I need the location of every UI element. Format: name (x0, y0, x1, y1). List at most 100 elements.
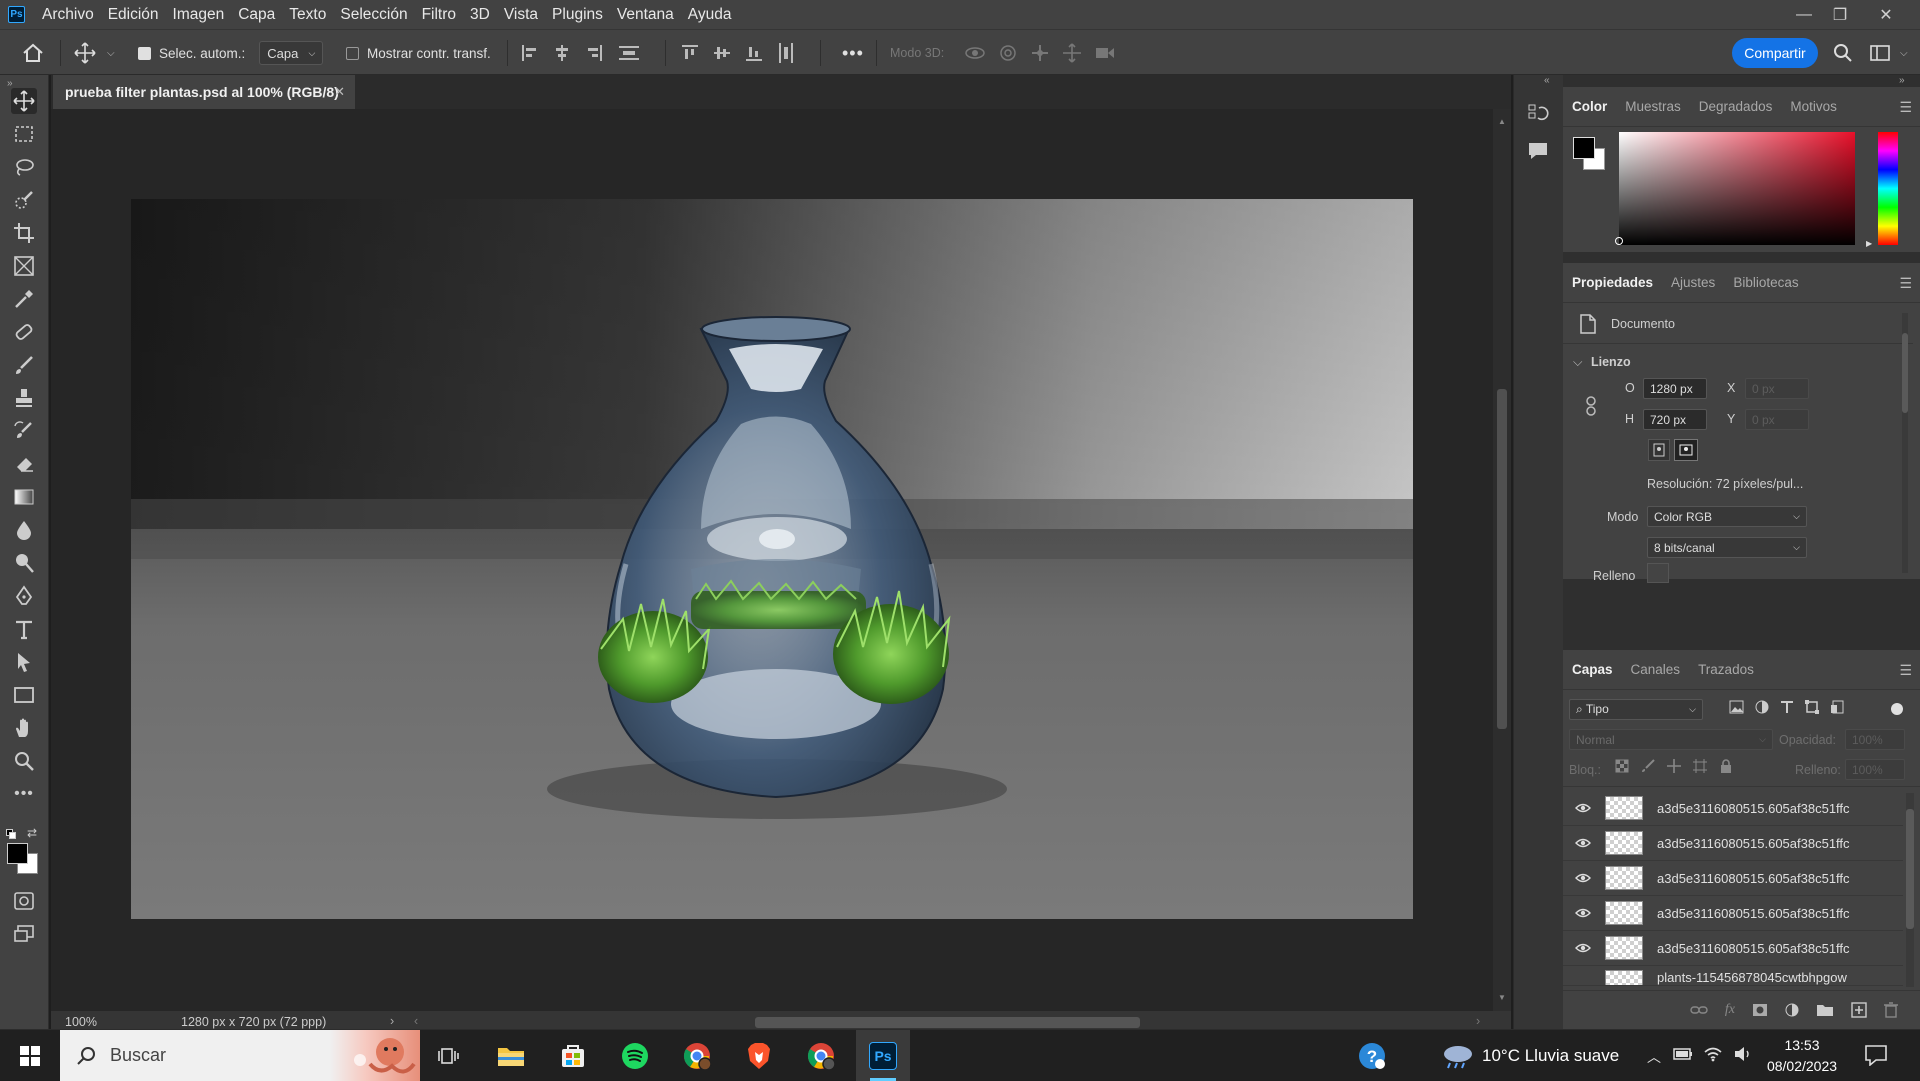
search-icon[interactable] (1833, 30, 1853, 76)
pan-3d-icon[interactable] (1030, 43, 1050, 63)
tab-degradados[interactable]: Degradados (1690, 87, 1782, 127)
width-input[interactable]: 1280 px (1643, 378, 1707, 399)
chrome-profile-1-icon[interactable] (670, 1030, 724, 1081)
comments-panel-icon[interactable] (1527, 141, 1549, 161)
distribute-vertical-icon[interactable] (776, 41, 796, 65)
default-colors-icon[interactable] (6, 829, 16, 839)
vertical-scroll-thumb[interactable] (1497, 389, 1507, 729)
menu-seleccion[interactable]: Selección (333, 0, 414, 29)
tab-bibliotecas[interactable]: Bibliotecas (1724, 263, 1807, 303)
menu-texto[interactable]: Texto (282, 0, 333, 29)
type-tool-icon[interactable] (11, 616, 37, 642)
scroll-left-icon[interactable]: ‹ (414, 1014, 418, 1028)
clone-stamp-tool-icon[interactable] (11, 385, 37, 411)
lienzo-section-title[interactable]: Lienzo (1591, 355, 1631, 369)
history-brush-tool-icon[interactable] (11, 418, 37, 444)
visibility-eye-icon[interactable] (1575, 908, 1593, 918)
align-top-icon[interactable] (680, 43, 700, 63)
camera-3d-icon[interactable] (1094, 43, 1116, 63)
foreground-color-swatch[interactable] (7, 843, 28, 864)
lienzo-chevron-icon[interactable]: ⌵ (1573, 355, 1582, 370)
height-input[interactable]: 720 px (1643, 409, 1707, 430)
info-arrow-icon[interactable]: › (390, 1014, 394, 1028)
crop-tool-icon[interactable] (11, 220, 37, 246)
menu-plugins[interactable]: Plugins (545, 0, 610, 29)
distribute-horizontal-icon[interactable] (616, 43, 642, 63)
layer-row[interactable]: a3d5e3116080515.605af38c51ffc (1563, 896, 1903, 931)
dodge-tool-icon[interactable] (11, 550, 37, 576)
vertical-scrollbar[interactable]: ▲ ▼ (1493, 109, 1511, 1011)
tab-trazados[interactable]: Trazados (1689, 650, 1763, 690)
layers-panel-menu-icon[interactable]: ☰ (1899, 662, 1912, 679)
weather-widget[interactable]: 10°C Lluvia suave (1440, 1030, 1619, 1081)
zoom-tool-icon[interactable] (11, 748, 37, 774)
file-explorer-icon[interactable] (484, 1030, 538, 1081)
document-tab[interactable]: prueba filter plantas.psd al 100% (RGB/8… (53, 75, 355, 109)
marquee-tool-icon[interactable] (11, 121, 37, 147)
color-mode-dropdown[interactable]: Color RGB ⌵ (1647, 506, 1807, 527)
roll-3d-icon[interactable] (998, 43, 1018, 63)
filter-shape-icon[interactable] (1805, 700, 1819, 714)
tool-preset-chevron-icon[interactable]: ⌵ (107, 30, 115, 76)
notifications-icon[interactable] (1864, 1044, 1888, 1066)
quick-mask-icon[interactable] (11, 888, 37, 914)
portrait-orientation-icon[interactable] (1648, 439, 1670, 461)
visibility-eye-icon[interactable] (1575, 873, 1593, 883)
tab-motivos[interactable]: Motivos (1781, 87, 1846, 127)
layer-row[interactable]: a3d5e3116080515.605af38c51ffc (1563, 826, 1903, 861)
close-icon[interactable]: ✕ (1868, 0, 1904, 29)
wifi-icon[interactable] (1703, 1046, 1723, 1062)
more-options-button[interactable]: ••• (842, 30, 864, 76)
swap-colors-icon[interactable]: ⇄ (27, 826, 37, 840)
opacity-input[interactable]: 100% (1845, 729, 1905, 750)
workspace-chevron-icon[interactable]: ⌵ (1900, 30, 1908, 76)
eyedropper-tool-icon[interactable] (11, 286, 37, 312)
zoom-level[interactable]: 100% (65, 1015, 97, 1029)
new-group-icon[interactable] (1816, 1003, 1834, 1017)
spotify-icon[interactable] (608, 1030, 662, 1081)
landscape-orientation-icon[interactable] (1674, 439, 1698, 461)
link-dimensions-icon[interactable] (1584, 395, 1598, 417)
align-right-icon[interactable] (584, 43, 604, 63)
menu-ayuda[interactable]: Ayuda (681, 0, 739, 29)
lock-pixels-icon[interactable] (1641, 759, 1655, 773)
restore-icon[interactable]: ❐ (1822, 0, 1858, 29)
move-tool-icon[interactable] (74, 30, 96, 76)
menu-3d[interactable]: 3D (463, 0, 497, 29)
taskbar-search-box[interactable]: Buscar (60, 1030, 420, 1081)
visibility-eye-icon[interactable] (1575, 838, 1593, 848)
filter-type-icon[interactable] (1780, 700, 1794, 714)
volume-icon[interactable] (1733, 1046, 1753, 1062)
lock-all-icon[interactable] (1719, 759, 1733, 773)
blur-tool-icon[interactable] (11, 517, 37, 543)
workspace-icon[interactable] (1870, 30, 1892, 76)
layers-scroll-thumb[interactable] (1906, 809, 1914, 929)
menu-capa[interactable]: Capa (231, 0, 282, 29)
menu-filtro[interactable]: Filtro (415, 0, 463, 29)
visibility-eye-icon[interactable] (1575, 803, 1593, 813)
scroll-down-icon[interactable]: ▼ (1498, 993, 1506, 1002)
tab-muestras[interactable]: Muestras (1616, 87, 1690, 127)
scroll-up-icon[interactable]: ▲ (1498, 117, 1506, 126)
frame-tool-icon[interactable] (11, 253, 37, 279)
quick-selection-tool-icon[interactable] (11, 187, 37, 213)
align-bottom-icon[interactable] (744, 43, 764, 63)
filter-adjustment-icon[interactable] (1755, 700, 1769, 714)
gradient-tool-icon[interactable] (11, 484, 37, 510)
tab-canales[interactable]: Canales (1622, 650, 1690, 690)
show-transform-checkbox[interactable] (346, 46, 359, 60)
menu-ventana[interactable]: Ventana (610, 0, 681, 29)
more-tools-icon[interactable]: ••• (11, 781, 37, 807)
menu-vista[interactable]: Vista (497, 0, 545, 29)
help-icon[interactable]: ? (1345, 1030, 1399, 1081)
photoshop-taskbar-icon[interactable]: Ps (856, 1030, 910, 1081)
canvas-area[interactable] (51, 109, 1493, 1011)
hue-slider[interactable] (1878, 132, 1898, 245)
filter-pixel-icon[interactable] (1729, 700, 1744, 714)
add-mask-icon[interactable] (1752, 1003, 1768, 1017)
rectangle-tool-icon[interactable] (11, 682, 37, 708)
align-left-icon[interactable] (520, 43, 540, 63)
windows-start-icon[interactable] (3, 1030, 57, 1081)
blend-mode-dropdown[interactable]: Normal ⌵ (1569, 729, 1773, 750)
lock-transparent-icon[interactable] (1615, 759, 1629, 773)
